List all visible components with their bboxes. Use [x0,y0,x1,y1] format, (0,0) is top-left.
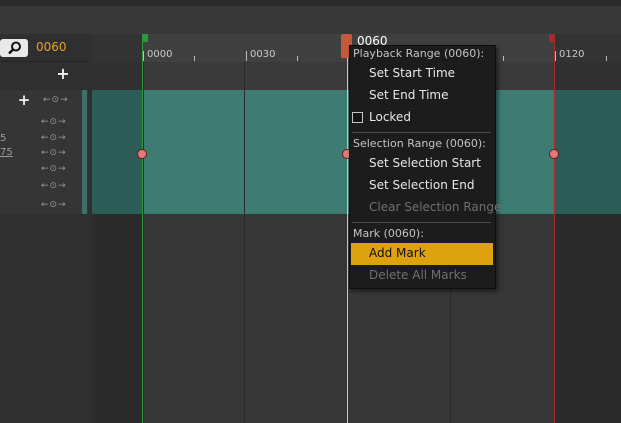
divider [0,61,88,62]
out-of-range-area [555,214,621,423]
grid-line [244,62,245,423]
track-selection-accent [82,90,87,214]
out-of-range-area [92,214,142,423]
menu-item-delete-all-marks: Delete All Marks [369,268,467,282]
menu-item-set-selection-end[interactable]: Set Selection End [369,178,474,192]
menu-item-set-selection-start[interactable]: Set Selection Start [369,156,481,170]
key-navigation-icon[interactable]: ←⊙→ [41,200,77,212]
key-navigation-icon[interactable]: ←⊙→ [41,133,77,145]
menu-item-clear-selection-range: Clear Selection Range [369,200,502,214]
keyframe[interactable] [549,149,559,159]
current-frame-field[interactable]: 0060 [36,40,67,54]
menu-item-set-end-time[interactable]: Set End Time [369,88,449,102]
key-navigation-icon[interactable]: ←⊙→ [41,148,77,160]
ruler-out-of-range [92,34,142,62]
playback-start-flag[interactable] [142,34,148,42]
grid-line [143,62,144,423]
ruler-label: 0000 [147,49,173,60]
value-fragment: 5 [0,133,7,144]
playback-end-marker[interactable] [554,34,555,423]
menu-section-header: Playback Range (0060): [353,47,485,60]
add-key-button[interactable]: + [16,92,32,108]
playback-end-flag[interactable] [549,34,555,42]
playback-start-marker[interactable] [142,34,143,423]
menu-item-label: Add Mark [369,246,426,260]
search-icon [8,41,21,55]
menu-separator [352,222,491,223]
ruler-tick [143,51,144,61]
value-fragment[interactable]: 75 [0,147,13,158]
locked-checkbox[interactable] [352,112,363,123]
ruler-tick [503,56,504,61]
ruler-label: 0030 [250,49,276,60]
key-navigation-icon[interactable]: ←⊙→ [41,181,77,193]
menu-section-header: Selection Range (0060): [353,137,486,150]
key-navigation-icon[interactable]: ←⊙→ [43,95,79,107]
ruler-tick [606,56,607,61]
menu-section-header: Mark (0060): [353,227,424,240]
menu-separator [352,132,491,133]
toolbar-area [0,6,621,34]
row-out-of-range [555,62,621,90]
ruler-label: 0120 [559,49,585,60]
key-navigation-icon[interactable]: ←⊙→ [41,164,77,176]
row-out-of-range [92,62,142,90]
add-track-button[interactable]: + [55,66,71,82]
ruler-tick [555,51,556,61]
ruler-tick [246,51,247,61]
ruler-tick [194,56,195,61]
ruler-tick [297,56,298,61]
keyframe[interactable] [137,149,147,159]
search-button[interactable] [0,39,28,57]
menu-item-locked[interactable]: Locked [369,110,411,124]
key-navigation-icon[interactable]: ←⊙→ [41,117,77,129]
playhead-line[interactable] [347,34,348,423]
menu-item-set-start-time[interactable]: Set Start Time [369,66,455,80]
menu-item-add-mark[interactable]: Add Mark [351,243,493,265]
